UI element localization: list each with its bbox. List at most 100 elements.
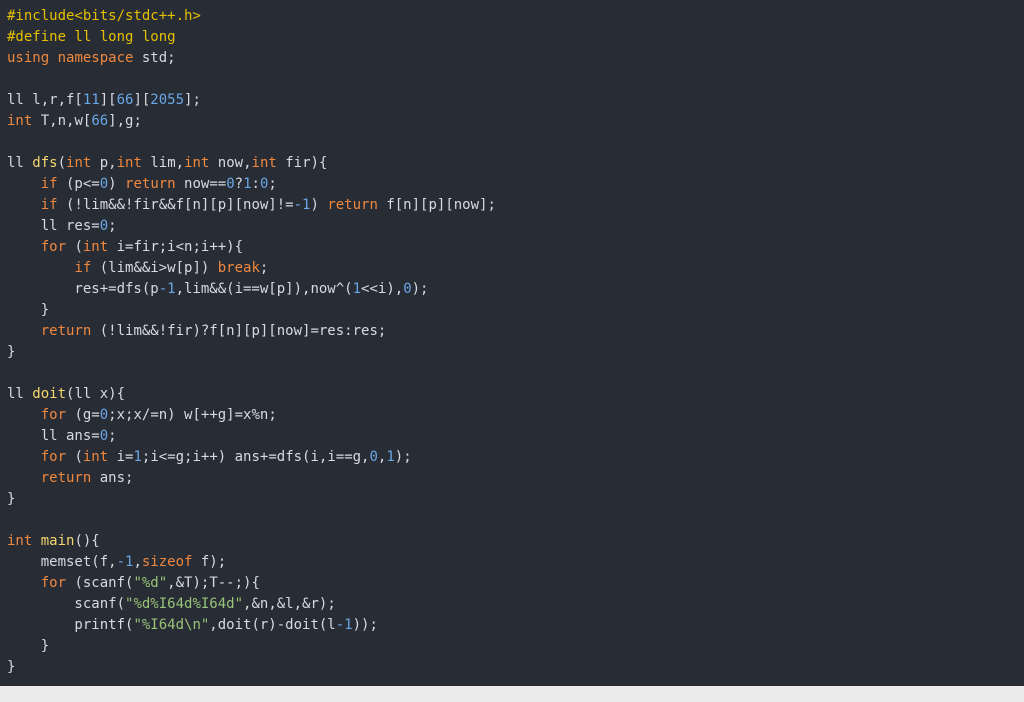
code-token-plain: ;i<=g;i++) ans+=dfs(i,i==g, <box>141 449 370 465</box>
code-token-plain: (p<= <box>57 176 100 192</box>
code-token-plain: ]; <box>184 92 201 108</box>
code-token-plain: std; <box>133 50 176 66</box>
code-token-plain: ll <box>7 386 33 402</box>
code-token-number: -1 <box>335 617 353 633</box>
code-line: if (!lim&&!fir&&f[n][p][now]!=-1) return… <box>7 195 1024 216</box>
code-token-keyword: int <box>82 239 109 255</box>
code-token-keyword: namespace <box>57 50 134 66</box>
code-line: int T,n,w[66],g; <box>7 111 1024 132</box>
code-token-plain: ,&n,&l,&r); <box>243 596 336 612</box>
code-token-keyword: for <box>40 575 67 591</box>
code-token-keyword: if <box>40 197 58 213</box>
code-line: ll res=0; <box>7 216 1024 237</box>
code-token-preprocessor: #include<bits/stdc++.h> <box>7 8 201 24</box>
code-token-plain: ll <box>7 155 33 171</box>
code-token-plain: : <box>251 176 260 192</box>
code-line: ll dfs(int p,int lim,int now,int fir){ <box>7 153 1024 174</box>
code-token-keyword: if <box>40 176 58 192</box>
code-token-plain: ll res= <box>7 218 100 234</box>
code-token-plain: p, <box>91 155 117 171</box>
code-token-plain: } <box>7 491 16 507</box>
code-line: res+=dfs(p-1,lim&&(i==w[p]),now^(1<<i),0… <box>7 279 1024 300</box>
code-token-function: doit <box>32 386 67 402</box>
code-token-plain: ;x;x/=n) w[++g]=x%n; <box>108 407 277 423</box>
code-token-plain: now, <box>209 155 252 171</box>
code-token-number: 1 <box>352 281 362 297</box>
code-token-plain: ans; <box>91 470 134 486</box>
code-token-plain: (g= <box>66 407 100 423</box>
code-token-plain: ,lim&&(i==w[p]),now^( <box>175 281 353 297</box>
code-token-number: 2055 <box>150 92 185 108</box>
code-token-plain: (!lim&&!fir)?f[n][p][now]=res:res; <box>91 323 387 339</box>
code-line: for (int i=1;i<=g;i++) ans+=dfs(i,i==g,0… <box>7 447 1024 468</box>
code-token-plain: i= <box>108 449 134 465</box>
code-token-number: 0 <box>369 449 378 465</box>
code-token-plain: ll ans= <box>7 428 100 444</box>
code-line: memset(f,-1,sizeof f); <box>7 552 1024 573</box>
code-token-number: 0 <box>403 281 412 297</box>
code-line: ll doit(ll x){ <box>7 384 1024 405</box>
code-line: } <box>7 636 1024 657</box>
code-token-keyword: return <box>40 323 92 339</box>
code-line: if (lim&&i>w[p]) break; <box>7 258 1024 279</box>
code-token-number: -1 <box>158 281 176 297</box>
code-token-function: main <box>40 533 75 549</box>
code-token-keyword: int <box>82 449 109 465</box>
code-token-number: 66 <box>91 113 109 129</box>
code-token-plain: } <box>7 659 16 675</box>
code-token-plain: ][ <box>99 92 117 108</box>
code-token-plain: <<i), <box>361 281 404 297</box>
code-token-number: 0 <box>99 428 109 444</box>
code-editor[interactable]: #include<bits/stdc++.h> #define ll long l… <box>0 0 1024 686</box>
code-token-plain: } <box>7 302 50 318</box>
code-line: printf("%I64d\n",doit(r)-doit(l-1)); <box>7 615 1024 636</box>
code-token-preprocessor: #define ll long long <box>7 29 176 45</box>
code-token-keyword: int <box>66 155 92 171</box>
code-line: } <box>7 489 1024 510</box>
code-token-plain: (ll x){ <box>66 386 126 402</box>
code-token-keyword: for <box>40 449 67 465</box>
code-token-keyword: break <box>217 260 260 276</box>
code-token-keyword: return <box>40 470 92 486</box>
code-token-plain: (lim&&i>w[p]) <box>91 260 218 276</box>
code-token-plain: ; <box>268 176 277 192</box>
code-token-plain: ; <box>108 428 117 444</box>
code-token-string: "%I64d\n" <box>133 617 210 633</box>
code-token-plain: ? <box>234 176 244 192</box>
code-line: using namespace std; <box>7 48 1024 69</box>
code-token-plain: fir){ <box>276 155 328 171</box>
code-line: ll l,r,f[11][66][2055]; <box>7 90 1024 111</box>
code-token-number: 66 <box>116 92 134 108</box>
code-token-plain: ][ <box>133 92 151 108</box>
code-token-plain: ( <box>66 449 83 465</box>
code-token-plain: now== <box>175 176 227 192</box>
code-token-keyword: int <box>7 533 33 549</box>
code-token-plain: , <box>133 554 142 570</box>
code-token-plain: (!lim&&!fir&&f[n][p][now]!= <box>57 197 294 213</box>
code-line: for (scanf("%d",&T);T--;){ <box>7 573 1024 594</box>
code-token-number: 0 <box>99 407 109 423</box>
code-token-plain: ( <box>66 239 83 255</box>
code-line: #include<bits/stdc++.h> <box>7 6 1024 27</box>
code-line: } <box>7 657 1024 678</box>
code-token-plain: T,n,w[ <box>32 113 92 129</box>
code-token-plain: ll l,r,f[ <box>7 92 83 108</box>
code-line: } <box>7 342 1024 363</box>
code-token-plain: f); <box>192 554 227 570</box>
code-token-number: 11 <box>82 92 100 108</box>
code-block: #include<bits/stdc++.h> #define ll long l… <box>7 6 1024 678</box>
code-line: ll ans=0; <box>7 426 1024 447</box>
code-line: int main(){ <box>7 531 1024 552</box>
code-line: for (g=0;x;x/=n) w[++g]=x%n; <box>7 405 1024 426</box>
code-line: if (p<=0) return now==0?1:0; <box>7 174 1024 195</box>
code-token-plain: } <box>7 344 16 360</box>
code-token-plain: (){ <box>74 533 100 549</box>
code-token-keyword: int <box>251 155 277 171</box>
code-line: } <box>7 300 1024 321</box>
